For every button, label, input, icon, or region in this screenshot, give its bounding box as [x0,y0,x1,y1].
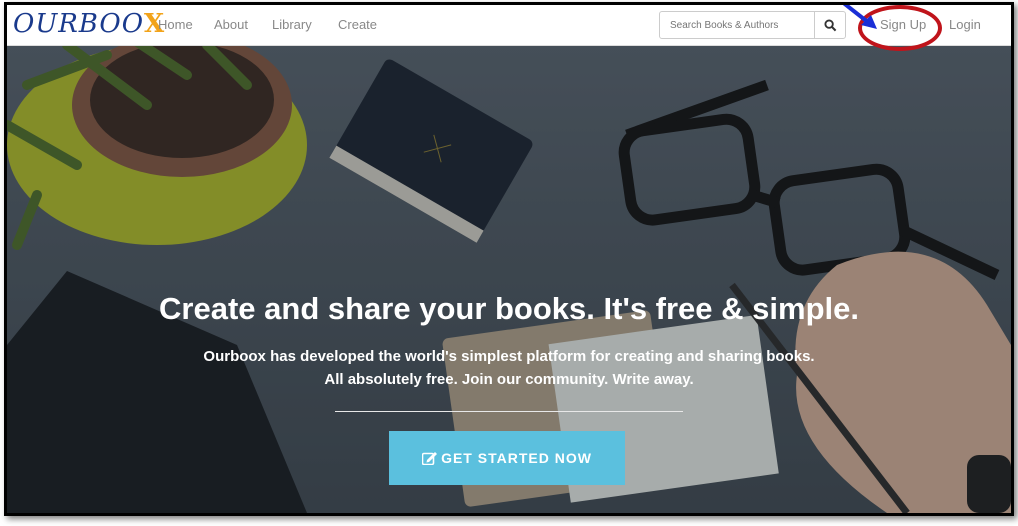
nav-create-link[interactable]: Create [338,17,377,32]
hero-headline: Create and share your books. It's free &… [159,291,859,326]
ourboox-logo[interactable]: OURBOOX [13,9,165,39]
get-started-button[interactable]: GET STARTED NOW [389,431,625,485]
get-started-label: GET STARTED NOW [441,450,592,466]
login-link[interactable]: Login [949,17,981,32]
hero-subline-2: All absolutely free. Join our community.… [324,371,694,388]
annotation-arrow-icon [842,5,877,29]
nav-library-link[interactable]: Library [272,17,312,32]
browser-viewport: OURBOOX Home About Library Create Sign U… [7,5,1011,513]
hero-subline-1: Ourboox has developed the world's simple… [203,348,815,365]
edit-icon [422,451,438,465]
logo-text: OURBOO [13,9,145,39]
hero-divider [335,411,683,412]
hero-subheadline: Ourboox has developed the world's simple… [7,345,1011,391]
hero-section: Create and share your books. It's free &… [7,45,1011,513]
nav-home-link[interactable]: Home [158,17,193,32]
screenshot-frame: OURBOOX Home About Library Create Sign U… [4,2,1014,516]
nav-about-link[interactable]: About [214,17,248,32]
search-input[interactable] [659,11,815,39]
